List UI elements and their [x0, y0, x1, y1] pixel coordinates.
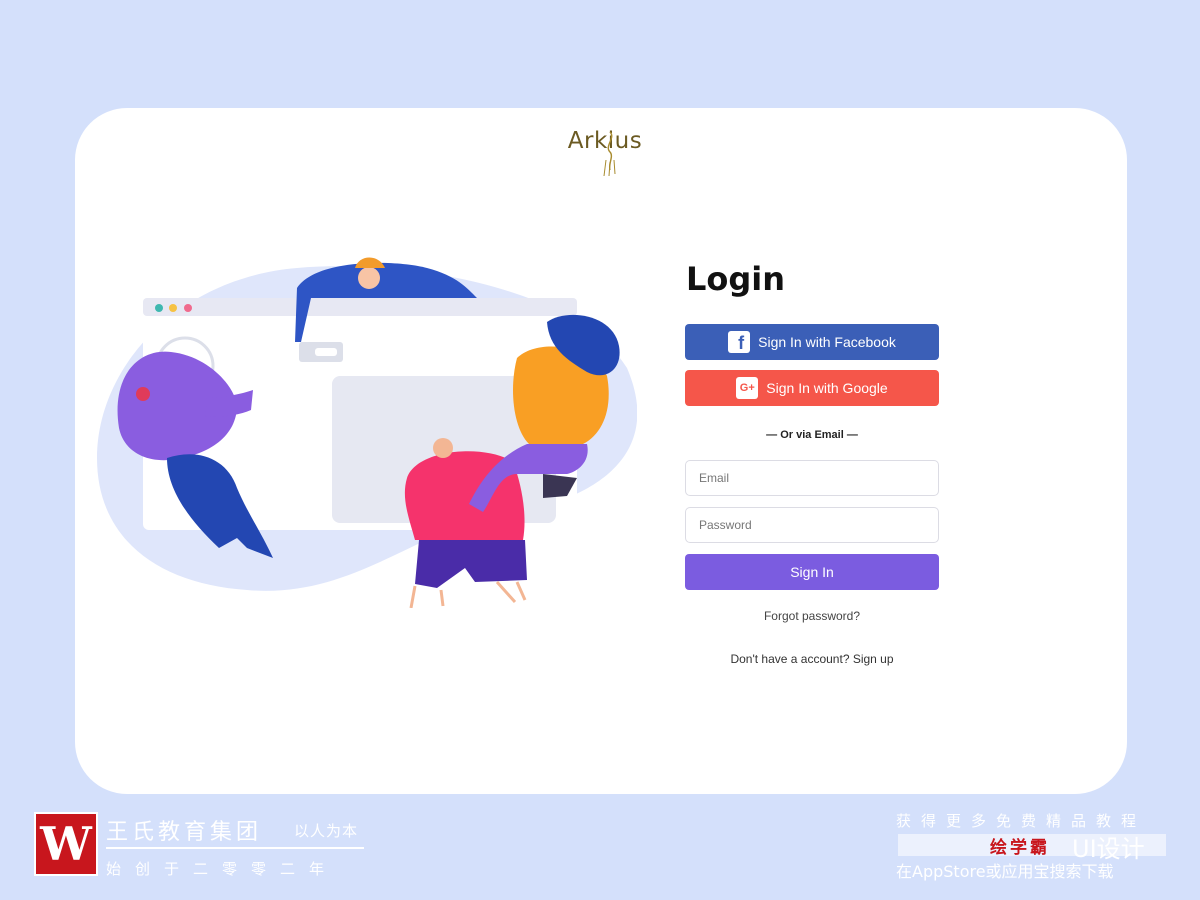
- person-center-shorts: [415, 540, 527, 588]
- login-title: Login: [686, 260, 786, 298]
- arkius-logo-mark: [603, 131, 616, 177]
- login-form: Login f Sign In with Facebook G+ Sign In…: [685, 258, 939, 666]
- forgot-password-link[interactable]: Forgot password?: [685, 609, 939, 623]
- password-input[interactable]: [685, 507, 939, 543]
- login-card: Arkius Login f Sign In with Facebook G+ …: [75, 108, 1127, 794]
- browser-titlebar: [143, 298, 577, 316]
- facebook-signin-button[interactable]: f Sign In with Facebook: [685, 324, 939, 360]
- store-line: 在AppStore或应用宝搜索下载: [896, 862, 1114, 881]
- org-motto: 以人为本: [294, 822, 359, 840]
- brand-name: 绘学霸: [990, 838, 1050, 858]
- facebook-icon: f: [728, 331, 751, 353]
- person-top-head: [358, 267, 380, 289]
- promo-line: 获得更多免费精品教程: [896, 812, 1147, 830]
- window-dot-teal: [155, 304, 163, 312]
- google-plus-icon: G+: [736, 377, 759, 399]
- watermark-left: W 王氏教育集团 以人为本 始创于二零零二年: [34, 812, 374, 882]
- app-logo: Arkius: [550, 122, 660, 182]
- email-divider: — Or via Email —: [766, 429, 858, 441]
- signin-button[interactable]: Sign In: [685, 554, 939, 590]
- watermark-divider: [106, 847, 364, 849]
- org-logo: W: [34, 812, 98, 876]
- google-signin-label: Sign In with Google: [766, 380, 888, 396]
- facebook-signin-label: Sign In with Facebook: [758, 334, 896, 350]
- window-dot-pink: [184, 304, 192, 312]
- team-illustration: [97, 257, 637, 608]
- email-input[interactable]: [685, 460, 939, 496]
- google-signin-button[interactable]: G+ Sign In with Google: [685, 370, 939, 406]
- signup-prompt[interactable]: Don't have a account? Sign up: [685, 652, 939, 666]
- org-founded: 始创于二零零二年: [106, 860, 339, 878]
- watermark-right: 获得更多免费精品教程 绘学霸 UI设计 在AppStore或应用宝搜索下载: [896, 810, 1168, 882]
- person-center-head: [433, 438, 453, 458]
- org-name: 王氏教育集团: [106, 820, 263, 845]
- window-dot-yellow: [169, 304, 177, 312]
